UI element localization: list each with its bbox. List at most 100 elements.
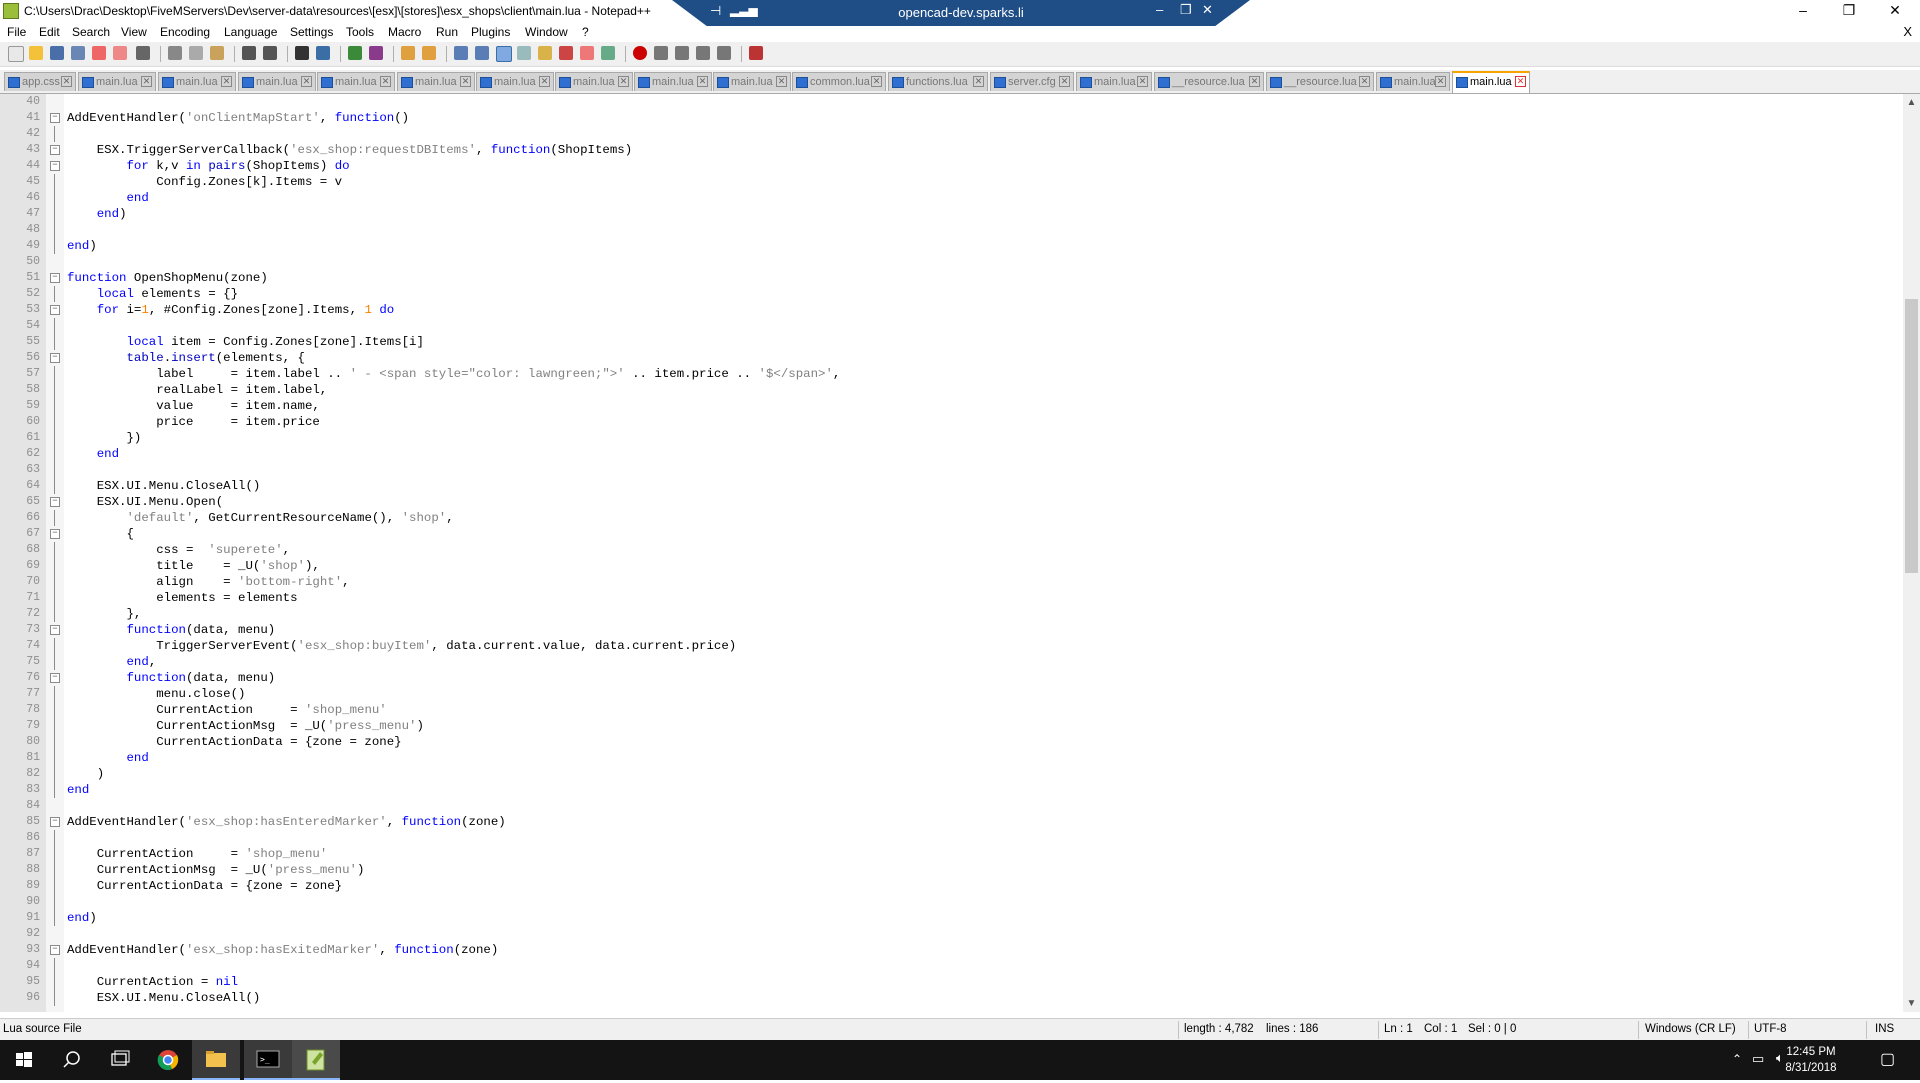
code-line[interactable]: 68 css = 'superete', xyxy=(0,542,1903,558)
menu-tools[interactable]: Tools xyxy=(346,25,374,39)
tray-chevron-icon[interactable]: ⌃ xyxy=(1732,1052,1742,1066)
code-line[interactable]: 96 ESX.UI.Menu.CloseAll() xyxy=(0,990,1903,1006)
tab-main-lua[interactable]: main.lua ✕ xyxy=(238,72,316,91)
fold-toggle-icon[interactable]: − xyxy=(50,113,60,123)
fold-toggle-icon[interactable]: − xyxy=(50,145,60,155)
tab-resource-lua[interactable]: __resource.lua ✕ xyxy=(1154,72,1264,91)
code-line[interactable]: 55 local item = Config.Zones[zone].Items… xyxy=(0,334,1903,350)
save-all-icon[interactable] xyxy=(71,46,85,60)
code-line[interactable]: 83 end xyxy=(0,782,1903,798)
function-list-icon[interactable] xyxy=(559,46,573,60)
code-line[interactable]: 95 CurrentAction = nil xyxy=(0,974,1903,990)
menu-run[interactable]: Run xyxy=(436,25,458,39)
fold-toggle-icon[interactable]: − xyxy=(50,161,60,171)
tab-main-lua[interactable]: main.lua ✕ xyxy=(713,72,791,91)
code-line[interactable]: 63 xyxy=(0,462,1903,478)
code-line[interactable]: 51− function OpenShopMenu(zone) xyxy=(0,270,1903,286)
tab-close-icon[interactable]: ✕ xyxy=(1059,76,1070,87)
fold-toggle-icon[interactable]: − xyxy=(50,497,60,507)
doc-map-icon[interactable] xyxy=(538,46,552,60)
tab-close-icon[interactable]: ✕ xyxy=(1249,76,1260,87)
tab-close-icon[interactable]: ✕ xyxy=(221,76,232,87)
code-line[interactable]: 84 xyxy=(0,798,1903,814)
taskbar-chrome[interactable] xyxy=(144,1040,192,1080)
menu-search[interactable]: Search xyxy=(72,25,110,39)
save-macro-icon[interactable] xyxy=(717,46,731,60)
tab-main-lua-active[interactable]: main.lua ✕ xyxy=(1452,71,1530,93)
tab-main-lua[interactable]: main.lua ✕ xyxy=(317,72,395,91)
code-line[interactable]: 78 CurrentAction = 'shop_menu' xyxy=(0,702,1903,718)
code-line[interactable]: 94 xyxy=(0,958,1903,974)
tab-main-lua[interactable]: main.lua ✕ xyxy=(397,72,475,91)
code-line[interactable]: 92 xyxy=(0,926,1903,942)
code-line[interactable]: 73− function(data, menu) xyxy=(0,622,1903,638)
code-line[interactable]: 61 }) xyxy=(0,430,1903,446)
taskbar-notepadpp[interactable] xyxy=(292,1040,340,1080)
fold-toggle-icon[interactable]: − xyxy=(50,817,60,827)
tab-close-icon[interactable]: ✕ xyxy=(618,76,629,87)
redo-icon[interactable] xyxy=(263,46,277,60)
code-line[interactable]: 81 end xyxy=(0,750,1903,766)
code-line[interactable]: 77 menu.close() xyxy=(0,686,1903,702)
code-line[interactable]: 74 TriggerServerEvent('esx_shop:buyItem'… xyxy=(0,638,1903,654)
close-document-button[interactable]: X xyxy=(1903,24,1912,39)
code-line[interactable]: 90 xyxy=(0,894,1903,910)
replace-icon[interactable] xyxy=(316,46,330,60)
taskbar-terminal[interactable]: >_ xyxy=(244,1040,292,1080)
tab-main-lua[interactable]: main.lua ✕ xyxy=(158,72,236,91)
code-line[interactable]: 45 Config.Zones[k].Items = v xyxy=(0,174,1903,190)
remote-close-icon[interactable]: ✕ xyxy=(1202,2,1213,18)
code-line[interactable]: 82 ) xyxy=(0,766,1903,782)
menu-window[interactable]: Window xyxy=(525,25,568,39)
spellcheck-icon[interactable] xyxy=(749,46,763,60)
code-line[interactable]: 50 xyxy=(0,254,1903,270)
code-line[interactable]: 67− { xyxy=(0,526,1903,542)
code-line[interactable]: 43− ESX.TriggerServerCallback('esx_shop:… xyxy=(0,142,1903,158)
remote-minimize-icon[interactable]: – xyxy=(1156,2,1163,17)
tab-close-icon[interactable]: ✕ xyxy=(1515,76,1526,87)
code-line[interactable]: 72 }, xyxy=(0,606,1903,622)
paste-icon[interactable] xyxy=(210,46,224,60)
tab-close-icon[interactable]: ✕ xyxy=(776,76,787,87)
tab-main-lua[interactable]: main.lua ✕ xyxy=(1076,72,1152,91)
close-all-icon[interactable] xyxy=(113,46,127,60)
fold-toggle-icon[interactable]: − xyxy=(50,945,60,955)
code-line[interactable]: 59 value = item.name, xyxy=(0,398,1903,414)
tab-close-icon[interactable]: ✕ xyxy=(460,76,471,87)
tab-close-icon[interactable]: ✕ xyxy=(61,76,72,87)
close-file-icon[interactable] xyxy=(92,46,106,60)
folder-workspace-icon[interactable] xyxy=(580,46,594,60)
fold-toggle-icon[interactable]: − xyxy=(50,353,60,363)
run-macro-multiple-icon[interactable] xyxy=(696,46,710,60)
scroll-down-icon[interactable]: ▼ xyxy=(1903,995,1920,1012)
record-macro-icon[interactable] xyxy=(633,46,647,60)
remote-restore-icon[interactable]: ❐ xyxy=(1180,2,1192,18)
tab-close-icon[interactable]: ✕ xyxy=(973,76,984,87)
code-line[interactable]: 40 xyxy=(0,94,1903,110)
word-wrap-icon[interactable] xyxy=(454,46,468,60)
scroll-thumb[interactable] xyxy=(1905,299,1918,573)
find-icon[interactable] xyxy=(295,46,309,60)
sync-horizontal-icon[interactable] xyxy=(422,46,436,60)
code-line[interactable]: 88 CurrentActionMsg = _U('press_menu') xyxy=(0,862,1903,878)
code-line[interactable]: 87 CurrentAction = 'shop_menu' xyxy=(0,846,1903,862)
code-line[interactable]: 41− AddEventHandler('onClientMapStart', f… xyxy=(0,110,1903,126)
code-line[interactable]: 54 xyxy=(0,318,1903,334)
task-view-button[interactable] xyxy=(96,1040,144,1080)
code-line[interactable]: 60 price = item.price xyxy=(0,414,1903,430)
indent-guide-icon[interactable] xyxy=(496,46,512,62)
cut-icon[interactable] xyxy=(168,46,182,60)
search-button[interactable] xyxy=(48,1040,96,1080)
close-button[interactable]: ✕ xyxy=(1872,0,1918,22)
code-line[interactable]: 93− AddEventHandler('esx_shop:hasExitedMa… xyxy=(0,942,1903,958)
taskbar-file-explorer[interactable] xyxy=(192,1040,240,1080)
tab-close-icon[interactable]: ✕ xyxy=(539,76,550,87)
maximize-button[interactable]: ❐ xyxy=(1826,0,1872,22)
code-line[interactable]: 65− ESX.UI.Menu.Open( xyxy=(0,494,1903,510)
code-line[interactable]: 46 end xyxy=(0,190,1903,206)
udl-icon[interactable] xyxy=(517,46,531,60)
fold-toggle-icon[interactable]: − xyxy=(50,305,60,315)
tab-close-icon[interactable]: ✕ xyxy=(380,76,391,87)
code-line[interactable]: 69 title = _U('shop'), xyxy=(0,558,1903,574)
tab-app-css[interactable]: app.css ✕ xyxy=(4,72,76,91)
